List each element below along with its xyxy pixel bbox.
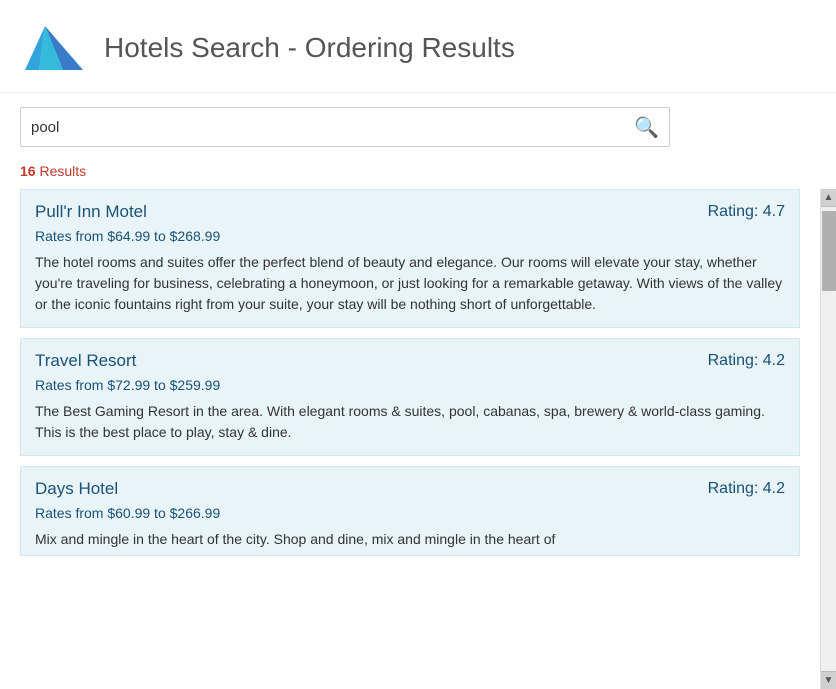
hotel-header: Pull'r Inn Motel Rating: 4.7 [35,202,785,222]
page-title: Hotels Search - Ordering Results [104,32,515,64]
scrollbar-thumb[interactable] [822,211,836,291]
hotel-rates: Rates from $64.99 to $268.99 [35,228,785,244]
scrollbar-down-button[interactable]: ▼ [821,671,836,689]
down-arrow-icon: ▼ [824,675,834,686]
search-icon[interactable]: 🔍 [634,115,659,140]
azure-logo [25,22,83,74]
hotel-name[interactable]: Pull'r Inn Motel [35,202,147,222]
search-area: 🔍 [0,93,836,157]
hotel-rating: Rating: 4.7 [708,203,785,221]
hotel-name[interactable]: Travel Resort [35,351,136,371]
search-input[interactable] [31,119,634,136]
hotel-header: Days Hotel Rating: 4.2 [35,479,785,499]
hotel-rating: Rating: 4.2 [708,480,785,498]
hotel-card: Travel Resort Rating: 4.2 Rates from $72… [20,338,800,456]
page-header: Hotels Search - Ordering Results [0,0,836,93]
scrollbar-up-button[interactable]: ▲ [821,189,836,207]
hotel-header: Travel Resort Rating: 4.2 [35,351,785,371]
results-area: Pull'r Inn Motel Rating: 4.7 Rates from … [0,189,820,689]
hotel-rates: Rates from $72.99 to $259.99 [35,377,785,393]
hotel-description: The Best Gaming Resort in the area. With… [35,401,785,443]
hotel-card: Pull'r Inn Motel Rating: 4.7 Rates from … [20,189,800,328]
hotel-card-partial: Days Hotel Rating: 4.2 Rates from $60.99… [20,466,800,556]
scrollbar-track: ▲ ▼ [820,189,836,689]
logo-container [20,18,88,78]
main-content: Pull'r Inn Motel Rating: 4.7 Rates from … [0,189,836,689]
up-arrow-icon: ▲ [824,192,834,203]
results-number: 16 [20,163,36,179]
hotel-rates: Rates from $60.99 to $266.99 [35,505,785,521]
hotel-description: Mix and mingle in the heart of the city.… [35,529,785,550]
results-label: Results [39,163,86,179]
hotel-name[interactable]: Days Hotel [35,479,118,499]
results-count: 16 Results [0,157,836,189]
hotel-rating: Rating: 4.2 [708,352,785,370]
hotel-description: The hotel rooms and suites offer the per… [35,252,785,315]
search-box: 🔍 [20,107,670,147]
